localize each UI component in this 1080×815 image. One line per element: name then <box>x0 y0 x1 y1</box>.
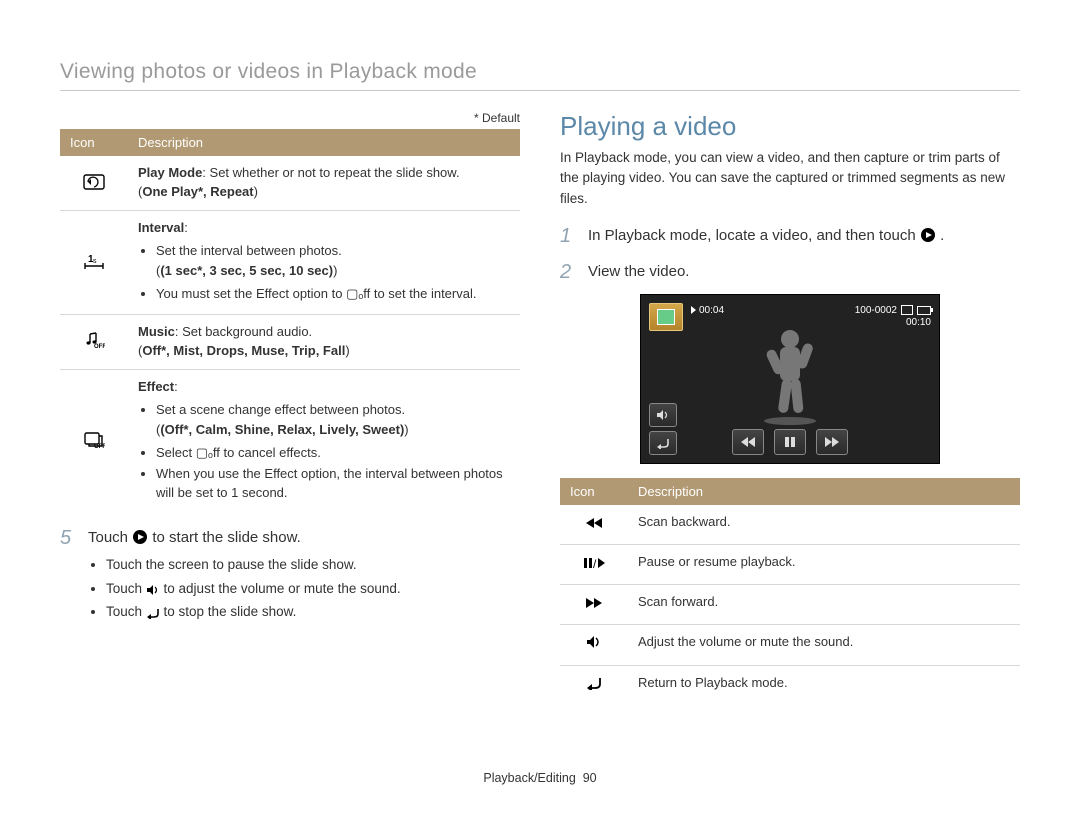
interval-options: (1 sec*, 3 sec, 5 sec, 10 sec) <box>160 263 333 278</box>
table-row: OFF Music: Set background audio. (Off*, … <box>60 315 520 370</box>
footer: Playback/Editing 90 <box>0 771 1080 785</box>
left-column: * Default Icon Description P <box>60 111 520 705</box>
effect-options: (Off*, Calm, Shine, Relax, Lively, Sweet… <box>160 422 404 437</box>
step-1: 1 In Playback mode, locate a video, and … <box>560 225 1020 248</box>
rewind-icon <box>560 505 628 545</box>
options-table-head-icon: Icon <box>60 129 128 156</box>
play-circle-icon <box>132 529 148 545</box>
list-item: Set the interval between photos. <box>156 242 510 261</box>
section-title: Playing a video <box>560 111 1020 142</box>
fastforward-icon <box>560 585 628 625</box>
step-2-text: View the video. <box>588 261 689 284</box>
interval-icon: 1 s <box>60 210 128 314</box>
step-1-text-suffix: . <box>940 227 944 244</box>
effect-bullets-2: Select ▢ₒff to cancel effects. When you … <box>138 444 510 503</box>
effect-icon: OFF <box>60 369 128 513</box>
list-item: Select ▢ₒff to cancel effects. <box>156 444 510 463</box>
table-row: Return to Playback mode. <box>560 665 1020 705</box>
effect-title: Effect <box>138 379 174 394</box>
music-body: : Set background audio. <box>175 324 312 339</box>
return-icon <box>146 607 160 619</box>
table-row: Scan forward. <box>560 585 1020 625</box>
interval-title: Interval <box>138 220 184 235</box>
music-options: Off*, Mist, Drops, Muse, Trip, Fall <box>142 343 345 358</box>
svg-text:/: / <box>593 557 597 569</box>
table-row: OFF Effect: Set a scene change effect be… <box>60 369 520 513</box>
table-row: Play Mode: Set whether or not to repeat … <box>60 156 520 210</box>
list-item: When you use the Effect option, the inte… <box>156 465 510 503</box>
section-intro: In Playback mode, you can view a video, … <box>560 148 1020 209</box>
play-circle-icon <box>920 227 936 243</box>
interval-bullets-2: You must set the Effect option to ▢ₒff t… <box>138 285 510 304</box>
svg-text:s: s <box>93 258 97 265</box>
rewind-desc: Scan backward. <box>628 505 1020 545</box>
pause-button[interactable] <box>774 429 806 455</box>
memory-card-icon <box>901 305 913 315</box>
elapsed-time-value: 00:04 <box>699 305 724 316</box>
footer-section: Playback/Editing <box>483 771 575 785</box>
options-table: Icon Description Play Mode: Set whether … <box>60 129 520 513</box>
list-item: Set a scene change effect between photos… <box>156 401 510 420</box>
default-note: * Default <box>60 111 520 125</box>
controls-table-head-desc: Description <box>628 478 1020 505</box>
return-icon <box>560 665 628 705</box>
back-button[interactable] <box>649 431 677 455</box>
controls-table: Icon Description Scan backward. / <box>560 478 1020 705</box>
page-header: Viewing photos or videos in Playback mod… <box>60 60 1020 84</box>
battery-icon <box>917 306 931 315</box>
table-row: 1 s Interval: Set the interval between p… <box>60 210 520 314</box>
effect-bullets: Set a scene change effect between photos… <box>138 401 510 420</box>
play-mode-title: Play Mode <box>138 165 202 180</box>
return-desc: Return to Playback mode. <box>628 665 1020 705</box>
rewind-button[interactable] <box>732 429 764 455</box>
music-icon: OFF <box>60 315 128 370</box>
speaker-icon <box>146 584 160 596</box>
play-pause-desc: Pause or resume playback. <box>628 544 1020 584</box>
play-mode-body: : Set whether or not to repeat the slide… <box>202 165 459 180</box>
controls-table-head-icon: Icon <box>560 478 628 505</box>
step-5-bullets: Touch the screen to pause the slide show… <box>88 555 520 622</box>
table-row: Adjust the volume or mute the sound. <box>560 625 1020 665</box>
list-item: Touch to stop the slide show. <box>106 602 520 622</box>
right-column: Playing a video In Playback mode, you ca… <box>560 111 1020 705</box>
music-title: Music <box>138 324 175 339</box>
video-frame-figure <box>750 325 830 425</box>
table-row: / Pause or resume playback. <box>560 544 1020 584</box>
elapsed-time: 00:04 <box>691 305 724 316</box>
step-1-text-prefix: In Playback mode, locate a video, and th… <box>588 227 920 244</box>
clip-thumbnail <box>649 303 683 331</box>
list-item: Touch to adjust the volume or mute the s… <box>106 579 520 599</box>
play-mode-icon <box>60 156 128 210</box>
play-mode-options: One Play*, Repeat <box>142 184 253 199</box>
svg-text:OFF: OFF <box>94 444 105 449</box>
options-table-head-desc: Description <box>128 129 520 156</box>
file-id: 100-0002 <box>855 305 897 316</box>
list-item: You must set the Effect option to ▢ₒff t… <box>156 285 510 304</box>
play-indicator-icon <box>691 306 696 314</box>
effect-body-colon: : <box>174 379 178 394</box>
svg-text:OFF: OFF <box>94 344 105 349</box>
step-5: 5 Touch to start the slide show. <box>60 527 520 550</box>
table-row: Scan backward. <box>560 505 1020 545</box>
video-player: 00:04 100-0002 00:10 <box>640 294 940 464</box>
volume-button[interactable] <box>649 403 677 427</box>
step-5-text-prefix: Touch <box>88 529 132 546</box>
forward-button[interactable] <box>816 429 848 455</box>
play-pause-icon: / <box>560 544 628 584</box>
step-number: 2 <box>560 261 578 284</box>
file-info: 100-0002 <box>855 305 931 316</box>
interval-bullets: Set the interval between photos. <box>138 242 510 261</box>
step-number: 5 <box>60 527 78 550</box>
list-item: Touch the screen to pause the slide show… <box>106 555 520 575</box>
total-time: 00:10 <box>906 317 931 328</box>
step-2: 2 View the video. <box>560 261 1020 284</box>
step-number: 1 <box>560 225 578 248</box>
interval-body-colon: : <box>184 220 188 235</box>
fastforward-desc: Scan forward. <box>628 585 1020 625</box>
page-number: 90 <box>583 771 597 785</box>
header-rule <box>60 90 1020 91</box>
step-5-text-suffix: to start the slide show. <box>152 529 300 546</box>
speaker-icon <box>560 625 628 665</box>
speaker-desc: Adjust the volume or mute the sound. <box>628 625 1020 665</box>
